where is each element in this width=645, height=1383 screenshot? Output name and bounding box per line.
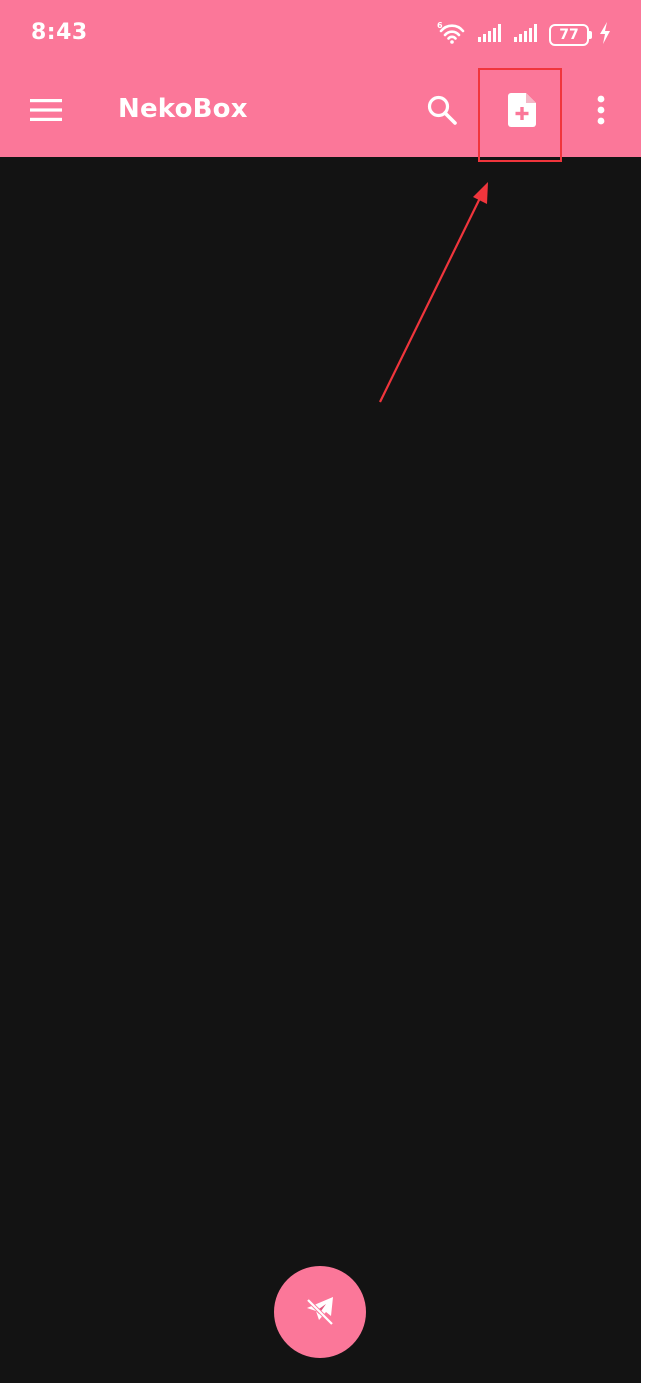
status-bar: 8:43 6 77 [0, 0, 641, 70]
add-profile-button[interactable] [497, 86, 547, 138]
connect-fab[interactable] [274, 1266, 366, 1358]
menu-button[interactable] [22, 90, 70, 134]
screenshot-margin [641, 0, 645, 1383]
airplane-off-icon [300, 1290, 340, 1335]
svg-text:6: 6 [437, 21, 443, 30]
add-file-icon [508, 92, 536, 132]
battery-level: 77 [559, 27, 579, 43]
signal-bars-icon [513, 23, 539, 48]
search-button[interactable] [418, 88, 466, 136]
battery-icon: 77 [549, 24, 592, 46]
app-screen: 8:43 6 77 NekoBox [0, 0, 641, 1383]
menu-icon [30, 98, 62, 127]
status-icons: 6 77 [437, 21, 611, 50]
more-options-button[interactable] [580, 88, 622, 136]
signal-bars-icon [477, 23, 503, 48]
app-title: NekoBox [118, 94, 248, 124]
charging-bolt-icon [599, 21, 611, 49]
more-vertical-icon [597, 95, 605, 130]
toolbar: NekoBox [0, 70, 641, 157]
search-icon [426, 94, 458, 131]
app-bar: 8:43 6 77 NekoBox [0, 0, 641, 157]
status-time: 8:43 [31, 20, 88, 45]
wifi-6-icon: 6 [437, 21, 467, 50]
